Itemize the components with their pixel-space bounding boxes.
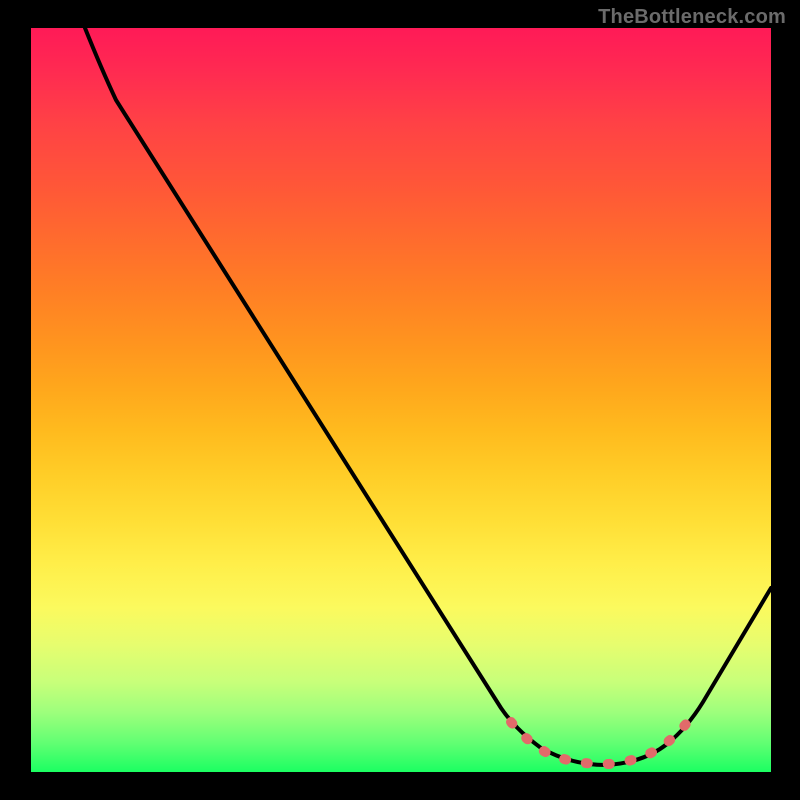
watermark-text: TheBottleneck.com xyxy=(598,6,786,29)
plot-area xyxy=(31,28,771,772)
bottleneck-curve xyxy=(85,28,771,765)
curve-svg xyxy=(31,28,771,772)
optimal-zone-marker xyxy=(511,718,691,764)
